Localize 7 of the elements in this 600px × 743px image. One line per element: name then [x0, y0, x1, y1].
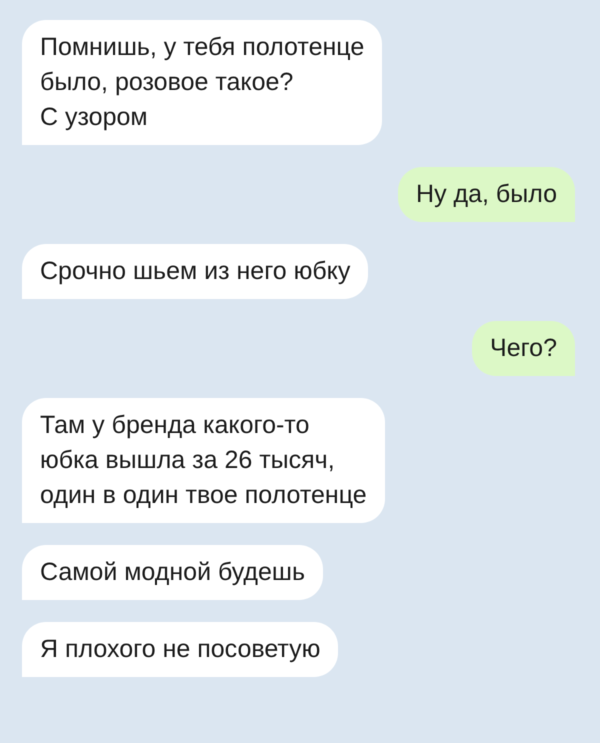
message-bubble: Помнишь, у тебя полотенце было, розовое такое? С узором — [22, 20, 382, 145]
message-bubble: Чего? — [472, 321, 575, 376]
message-bubble: Я плохого не посоветую — [22, 622, 338, 677]
message-bubble: Ну да, было — [398, 167, 575, 222]
message-bubble: Срочно шьем из него юбку — [22, 244, 368, 299]
message-bubble: Там у бренда какого-то юбка вышла за 26 тысяч, один в один твое полотенце — [22, 398, 385, 523]
message-bubble: Самой модной будешь — [22, 545, 324, 600]
